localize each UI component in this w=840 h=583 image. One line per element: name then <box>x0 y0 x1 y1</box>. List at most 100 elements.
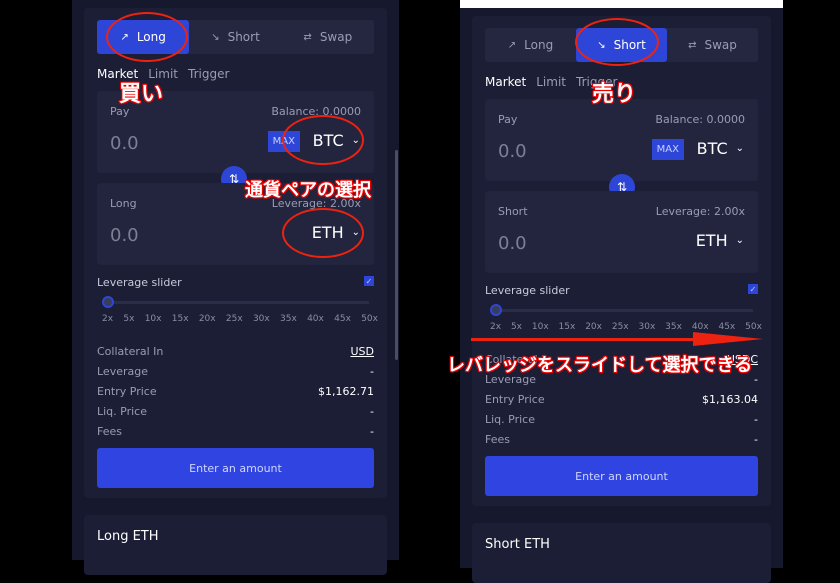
enter-amount-button[interactable]: Enter an amount <box>485 456 758 496</box>
detail-row: Entry Price $1,162.71 <box>97 381 374 401</box>
pay-token-select[interactable]: BTC ⌄ <box>697 139 744 158</box>
tab-label: Swap <box>704 38 737 52</box>
scrollbar[interactable] <box>395 150 398 360</box>
detail-value: - <box>370 424 374 438</box>
annotation-circle-long <box>106 12 188 62</box>
detail-value: - <box>754 412 758 426</box>
annotation-arrowhead <box>693 332 763 346</box>
detail-label: Entry Price <box>485 392 545 406</box>
annotation-arrow <box>471 338 703 341</box>
position-section: Long ETH <box>84 515 387 575</box>
detail-row: Fees - <box>485 429 758 449</box>
leverage-text: Leverage: 2.00x <box>655 205 745 218</box>
detail-value: - <box>370 364 374 378</box>
leverage-tick[interactable]: 30x <box>253 314 270 324</box>
receive-token-select[interactable]: ETH ⌄ <box>696 231 744 250</box>
order-type-market[interactable]: Market <box>485 75 526 89</box>
leverage-tick[interactable]: 10x <box>145 314 162 324</box>
receive-amount-input[interactable]: 0.0 <box>498 233 527 254</box>
detail-value: $1,163.04 <box>702 392 758 406</box>
swap-icon: ⇄ <box>688 39 697 51</box>
leverage-slider-track[interactable] <box>495 309 753 312</box>
detail-row: Collateral In USD <box>97 341 374 361</box>
detail-value: $1,162.71 <box>318 384 374 398</box>
tab-label: Swap <box>319 30 353 44</box>
leverage-tick[interactable]: 45x <box>334 314 351 324</box>
leverage-slider-label: Leverage slider <box>485 284 570 297</box>
annotation-circle-pay-token <box>282 115 364 165</box>
leverage-tick[interactable]: 15x <box>559 322 576 332</box>
annotation-circle-receive-token <box>282 208 364 258</box>
detail-label: Fees <box>97 424 122 438</box>
leverage-checkbox[interactable]: ✓ <box>364 276 374 286</box>
leverage-tick[interactable]: 20x <box>585 322 602 332</box>
detail-row: Liq. Price - <box>97 401 374 421</box>
leverage-tick[interactable]: 25x <box>226 314 243 324</box>
leverage-tick[interactable]: 10x <box>532 322 549 332</box>
detail-row: Leverage - <box>97 361 374 381</box>
leverage-slider-label: Leverage slider <box>97 276 182 289</box>
tab-swap[interactable]: ⇄ Swap <box>667 28 758 62</box>
leverage-tick[interactable]: 5x <box>511 322 522 332</box>
leverage-tick[interactable]: 30x <box>639 322 656 332</box>
leverage-tick[interactable]: 40x <box>307 314 324 324</box>
leverage-tick[interactable]: 20x <box>199 314 216 324</box>
position-section: Short ETH <box>472 523 771 583</box>
chevron-down-icon: ⌄ <box>735 235 744 246</box>
annotation-pair: 通貨ペアの選択 <box>245 180 372 202</box>
order-type-trigger[interactable]: Trigger <box>188 67 229 81</box>
position-details: Collateral In USD Leverage - Entry Price $1,1… <box>97 341 374 441</box>
leverage-slider-track[interactable] <box>107 301 369 304</box>
trend-up-icon: ↗ <box>507 39 517 51</box>
leverage-tick[interactable]: 15x <box>172 314 189 324</box>
position-label: Long <box>110 197 137 210</box>
tab-label: Long <box>524 38 554 52</box>
detail-label: Leverage <box>97 364 148 378</box>
leverage-tick[interactable]: 35x <box>280 314 297 324</box>
leverage-slider-knob[interactable] <box>102 296 114 308</box>
leverage-tick[interactable]: 40x <box>692 322 709 332</box>
section-title: Short ETH <box>485 537 550 552</box>
detail-label: Collateral In <box>97 344 164 358</box>
leverage-checkbox[interactable]: ✓ <box>748 284 758 294</box>
leverage-tick[interactable]: 25x <box>612 322 629 332</box>
leverage-tick[interactable]: 35x <box>665 322 682 332</box>
leverage-slider-section: Leverage slider ✓ 2x 5x 10x 15x 20x 25x 30x 35x… <box>97 276 378 336</box>
detail-row: Fees - <box>97 421 374 441</box>
leverage-tick[interactable]: 2x <box>102 314 113 324</box>
leverage-tick[interactable]: 2x <box>490 322 501 332</box>
leverage-tick[interactable]: 45x <box>718 322 735 332</box>
leverage-tick[interactable]: 5x <box>123 314 134 324</box>
leverage-tick[interactable]: 50x <box>745 322 762 332</box>
detail-value: - <box>754 432 758 446</box>
pay-label: Pay <box>498 113 518 126</box>
tab-label: Short <box>227 30 260 44</box>
detail-value: - <box>370 404 374 418</box>
trend-down-icon: ↘ <box>211 31 220 43</box>
detail-row: Entry Price $1,163.04 <box>485 389 758 409</box>
tab-long[interactable]: ↗ Long <box>485 28 576 62</box>
pay-amount-input[interactable]: 0.0 <box>110 133 139 154</box>
token-label: ETH <box>695 231 728 250</box>
order-type-limit[interactable]: Limit <box>536 75 566 89</box>
balance-text: Balance: 0.0000 <box>655 113 745 126</box>
receive-amount-input[interactable]: 0.0 <box>110 225 139 246</box>
annotation-leverage: レバレッジをスライドして選択できる <box>446 355 753 377</box>
detail-value[interactable]: USD <box>350 345 374 358</box>
detail-label: Liq. Price <box>485 412 535 426</box>
leverage-ticks: 2x 5x 10x 15x 20x 25x 30x 35x 40x 45x 50x <box>490 322 762 332</box>
swap-icon: ⇄ <box>303 31 312 43</box>
tab-short[interactable]: ↘ Short <box>189 20 281 54</box>
pay-amount-input[interactable]: 0.0 <box>498 141 527 162</box>
tab-swap[interactable]: ⇄ Swap <box>282 20 374 54</box>
annotation-circle-short <box>575 18 659 66</box>
detail-label: Liq. Price <box>97 404 147 418</box>
max-button[interactable]: MAX <box>651 139 684 160</box>
leverage-tick[interactable]: 50x <box>361 314 378 324</box>
annotation-buy: 買い <box>118 82 164 108</box>
receive-box: Short Leverage: 2.00x 0.0 ETH ⌄ <box>485 191 758 273</box>
position-label: Short <box>498 205 528 218</box>
token-label: BTC <box>696 139 728 158</box>
enter-amount-button[interactable]: Enter an amount <box>97 448 374 488</box>
leverage-slider-knob[interactable] <box>490 304 502 316</box>
